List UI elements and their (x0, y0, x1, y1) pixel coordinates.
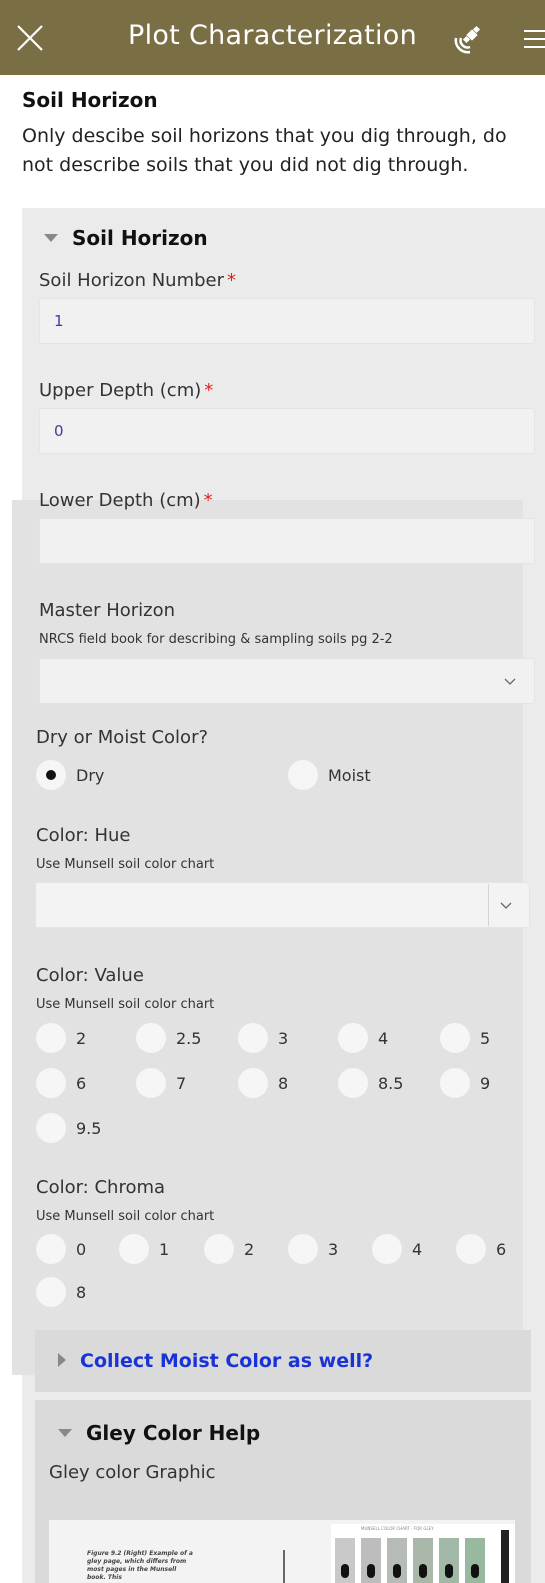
graphic-caption-image: Figure 9.2 (Right) Example of a gley pag… (87, 1550, 193, 1581)
radio-circle (238, 1023, 268, 1053)
master-horizon-label: Master Horizon (39, 600, 176, 621)
value-option[interactable]: 2 (36, 1022, 86, 1054)
gley-help-header[interactable]: Gley Color Help (58, 1421, 260, 1445)
radio-circle (288, 760, 318, 790)
chroma-option[interactable]: 0 (36, 1233, 86, 1265)
radio-circle (372, 1234, 402, 1264)
value-hint: Use Munsell soil color chart (36, 997, 215, 1012)
dry-moist-label: Dry or Moist Color? (36, 727, 209, 748)
moist-color-toggle[interactable]: Collect Moist Color as well? (58, 1350, 373, 1372)
horizon-number-label: Soil Horizon Number * (39, 270, 237, 291)
value-option[interactable]: 2.5 (136, 1022, 201, 1054)
upper-depth-label: Upper Depth (cm) * (39, 380, 214, 401)
horizon-number-field[interactable]: 1 (39, 298, 535, 344)
value-option[interactable]: 9.5 (36, 1112, 101, 1144)
gley-graphic-label: Gley color Graphic (49, 1462, 216, 1483)
menu-icon[interactable] (520, 24, 545, 54)
master-horizon-hint: NRCS field book for describing & samplin… (39, 632, 393, 647)
radio-circle-selected (36, 760, 66, 790)
radio-circle (288, 1234, 318, 1264)
chroma-option[interactable]: 1 (119, 1233, 169, 1265)
graphic-arrow (283, 1550, 285, 1583)
chevron-down-icon[interactable] (500, 899, 512, 911)
value-option[interactable]: 5 (440, 1022, 490, 1054)
value-label: Color: Value (36, 965, 144, 986)
chroma-option[interactable]: 3 (288, 1233, 338, 1265)
upper-depth-field[interactable]: 0 (39, 408, 535, 454)
master-horizon-select[interactable] (39, 658, 535, 704)
lower-depth-label: Lower Depth (cm) * (39, 490, 213, 511)
value-option[interactable]: 8 (238, 1067, 288, 1099)
radio-circle (456, 1234, 486, 1264)
soil-horizon-group-header[interactable]: Soil Horizon (44, 226, 208, 250)
radio-circle (36, 1277, 66, 1307)
hue-label: Color: Hue (36, 825, 131, 846)
required-marker: * (204, 380, 214, 401)
section-title: Soil Horizon (22, 88, 158, 112)
value-option[interactable]: 3 (238, 1022, 288, 1054)
radio-circle (204, 1234, 234, 1264)
radio-circle (36, 1068, 66, 1098)
radio-circle (119, 1234, 149, 1264)
radio-circle (338, 1023, 368, 1053)
value-option[interactable]: 6 (36, 1067, 86, 1099)
chroma-label: Color: Chroma (36, 1177, 166, 1198)
radio-circle (136, 1023, 166, 1053)
radio-circle (238, 1068, 268, 1098)
value-option[interactable]: 7 (136, 1067, 186, 1099)
gley-color-graphic: Figure 9.2 (Right) Example of a gley pag… (49, 1520, 515, 1583)
radio-circle (440, 1023, 470, 1053)
chroma-option[interactable]: 4 (372, 1233, 422, 1265)
hue-select[interactable] (35, 882, 530, 928)
radio-circle (36, 1113, 66, 1143)
radio-circle (36, 1234, 66, 1264)
munsell-gley-chart-image: MUNSELL COLOR CHART - FOR GLEY (331, 1524, 515, 1583)
satellite-gps-icon[interactable] (452, 22, 486, 56)
required-marker: * (203, 490, 213, 511)
group-title: Soil Horizon (72, 226, 208, 250)
radio-moist[interactable]: Moist (288, 759, 371, 791)
radio-circle (36, 1023, 66, 1053)
value-option[interactable]: 8.5 (338, 1067, 403, 1099)
app-header: Plot Characterization (0, 0, 545, 75)
radio-circle (338, 1068, 368, 1098)
value-option[interactable]: 9 (440, 1067, 490, 1099)
radio-dry[interactable]: Dry (36, 759, 104, 791)
collapse-triangle-icon (44, 233, 58, 242)
select-divider (488, 884, 489, 926)
hue-hint: Use Munsell soil color chart (36, 857, 215, 872)
collapse-triangle-icon (58, 1428, 72, 1437)
required-marker: * (227, 270, 237, 291)
radio-circle (440, 1068, 470, 1098)
value-option[interactable]: 4 (338, 1022, 388, 1054)
chroma-option[interactable]: 6 (456, 1233, 506, 1265)
expand-triangle-icon (58, 1352, 66, 1367)
chroma-hint: Use Munsell soil color chart (36, 1209, 215, 1224)
radio-circle (136, 1068, 166, 1098)
section-description: Only descibe soil horizons that you dig … (22, 125, 507, 176)
chroma-option[interactable]: 2 (204, 1233, 254, 1265)
lower-depth-field[interactable] (39, 518, 535, 564)
chevron-down-icon (504, 678, 516, 685)
chroma-option[interactable]: 8 (36, 1276, 86, 1308)
